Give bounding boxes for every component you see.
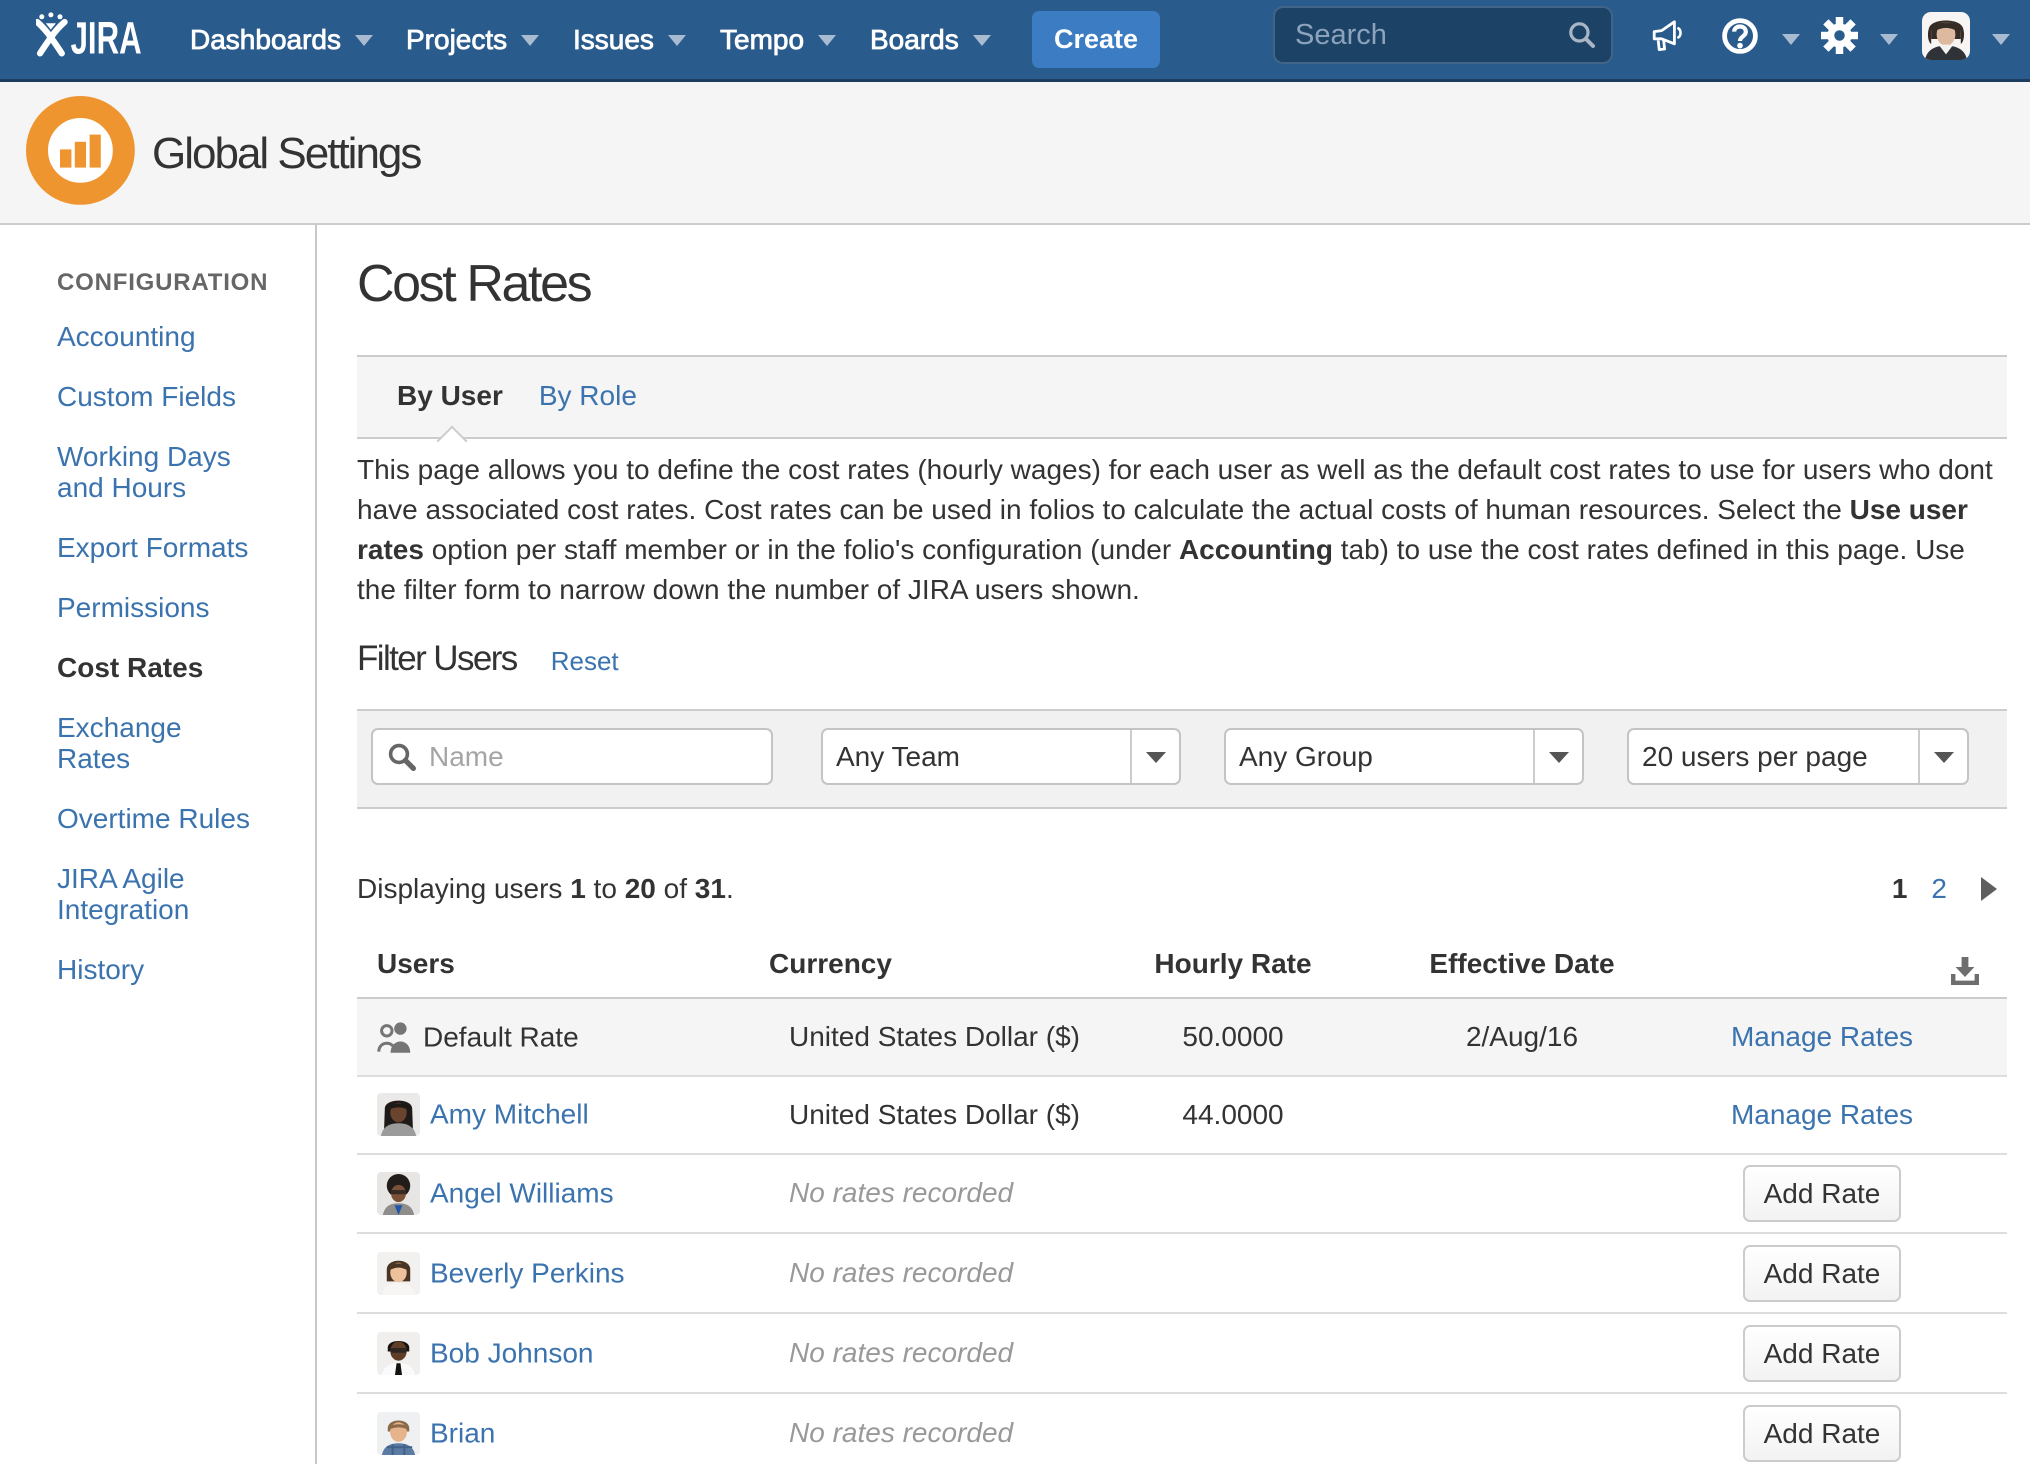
- svg-text:JIRA: JIRA: [71, 13, 142, 59]
